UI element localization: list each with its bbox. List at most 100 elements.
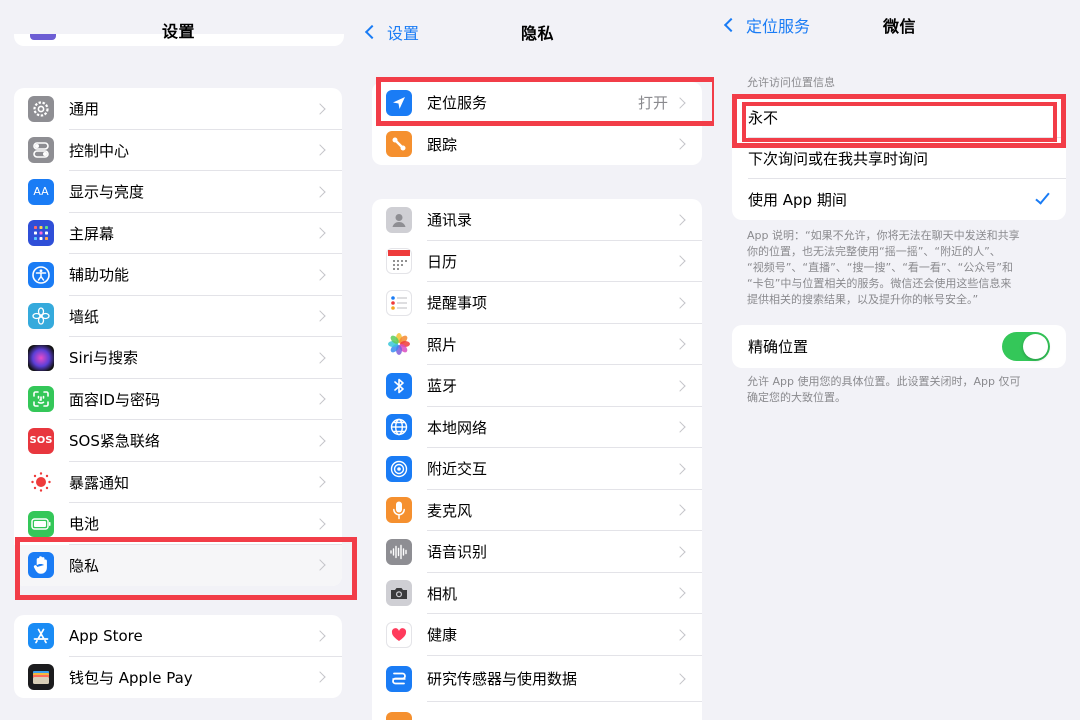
- back-button-location-services[interactable]: 定位服务: [722, 13, 810, 37]
- settings-row-wallpaper[interactable]: 墙纸: [14, 296, 342, 337]
- settings-row-general[interactable]: 通用: [14, 88, 342, 130]
- row-value: 打开: [637, 94, 668, 113]
- note-line: 允许 App 使用您的具体位置。此设置关闭时，App 仅可: [747, 375, 1021, 388]
- privacy-row-partial[interactable]: [372, 702, 702, 720]
- settings-row-privacy[interactable]: 隐私: [14, 544, 342, 586]
- row-label: 钱包与 Apple Pay: [69, 668, 193, 687]
- hand-icon: [28, 552, 54, 579]
- row-label: 日历: [427, 252, 458, 271]
- settings-row-sos[interactable]: SOS SOS紧急联络: [14, 420, 342, 462]
- privacy-group-permissions: 通讯录 日历 提醒事项 照片 蓝牙 本地网络 附近交互 麦克风 语音识别 相机 …: [372, 199, 702, 720]
- option-while-using[interactable]: 使用 App 期间: [732, 179, 1066, 220]
- note-line: “视频号”、“直播”、“搜一搜”、“看一看”、“公众号”和: [747, 261, 1013, 274]
- row-label: 蓝牙: [427, 377, 458, 396]
- settings-row-accessibility[interactable]: 辅助功能: [14, 254, 342, 296]
- siri-icon: [28, 344, 54, 371]
- privacy-row-reminders[interactable]: 提醒事项: [372, 282, 702, 324]
- row-label: Siri与搜索: [69, 349, 139, 368]
- chevron-right-icon: [674, 297, 686, 309]
- privacy-row-microphone[interactable]: 麦克风: [372, 490, 702, 531]
- row-label: 语音识别: [427, 543, 488, 562]
- checkmark-icon: [1035, 189, 1050, 205]
- precise-location-row: 精确位置: [732, 325, 1066, 368]
- chevron-right-icon: [314, 559, 326, 571]
- privacy-row-local-network[interactable]: 本地网络: [372, 407, 702, 448]
- chevron-right-icon: [314, 476, 326, 488]
- chevron-right-icon: [314, 352, 326, 364]
- option-ask-next-time[interactable]: 下次询问或在我共享时询问: [732, 138, 1066, 179]
- battery-icon: [28, 510, 54, 537]
- settings-row-siri[interactable]: Siri与搜索: [14, 337, 342, 379]
- accessibility-icon: [28, 261, 54, 288]
- row-label: 本地网络: [427, 418, 488, 437]
- settings-row-control-center[interactable]: 控制中心: [14, 130, 342, 171]
- chevron-right-icon: [314, 671, 326, 683]
- calendar-icon: [386, 248, 412, 275]
- settings-row-display[interactable]: AA 显示与亮度: [14, 171, 342, 213]
- face-id-icon: [28, 386, 54, 413]
- sos-icon: SOS: [28, 427, 54, 454]
- flower-icon: [28, 303, 54, 330]
- chevron-right-icon: [674, 587, 686, 599]
- app-explanation-note: App 说明：“如果不允许，你将无法在聊天中发送和共享 你的位置，也无法完整使用…: [747, 228, 1020, 308]
- row-label: 定位服务: [427, 94, 488, 113]
- partial-icon: [30, 34, 56, 40]
- settings-group-apps: App Store 钱包与 Apple Pay: [14, 615, 342, 698]
- row-label: 辅助功能: [69, 266, 130, 285]
- row-label: 墙纸: [69, 307, 100, 326]
- toggle-knob: [1023, 334, 1048, 359]
- settings-row-face-id[interactable]: 面容ID与密码: [14, 379, 342, 420]
- privacy-row-nearby[interactable]: 附近交互: [372, 448, 702, 490]
- privacy-row-speech[interactable]: 语音识别: [372, 531, 702, 573]
- chevron-right-icon: [674, 138, 686, 150]
- option-label: 下次询问或在我共享时询问: [748, 150, 929, 168]
- exposure-icon: [28, 469, 54, 496]
- back-button-settings[interactable]: 设置: [363, 20, 419, 44]
- bluetooth-icon: [386, 372, 412, 399]
- option-never[interactable]: 永不: [732, 97, 1066, 138]
- row-label: SOS紧急联络: [69, 432, 160, 451]
- settings-panel: 设置 通用 控制中心 AA 显示与亮度 主屏幕 辅助功能 墙纸 Siri与搜索 …: [0, 0, 357, 720]
- settings-row-exposure[interactable]: 暴露通知: [14, 462, 342, 503]
- note-line: 你的位置，也无法完整使用“摇一摇”、“附近的人”、: [747, 245, 1001, 258]
- privacy-row-camera[interactable]: 相机: [372, 573, 702, 614]
- privacy-row-location-services[interactable]: 定位服务 打开: [372, 82, 702, 124]
- chevron-right-icon: [314, 393, 326, 405]
- settings-row-wallet[interactable]: 钱包与 Apple Pay: [14, 657, 342, 699]
- back-label: 定位服务: [746, 17, 811, 36]
- settings-row-app-store[interactable]: App Store: [14, 615, 342, 657]
- home-grid-icon: [28, 220, 54, 247]
- settings-row-battery[interactable]: 电池: [14, 503, 342, 545]
- app-store-icon: [28, 622, 54, 649]
- row-label: 主屏幕: [69, 224, 115, 243]
- chevron-right-icon: [314, 103, 326, 115]
- privacy-row-contacts[interactable]: 通讯录: [372, 199, 702, 241]
- privacy-row-tracking[interactable]: 跟踪: [372, 124, 702, 166]
- precise-location-toggle[interactable]: [1002, 332, 1050, 361]
- chevron-right-icon: [674, 546, 686, 558]
- privacy-row-photos[interactable]: 照片: [372, 324, 702, 365]
- privacy-panel: 设置 隐私 定位服务 打开 跟踪 通讯录 日历 提醒事项 照片 蓝牙 本地网络 …: [357, 0, 714, 720]
- privacy-group-location: 定位服务 打开 跟踪: [372, 82, 702, 165]
- chevron-right-icon: [314, 630, 326, 642]
- privacy-row-bluetooth[interactable]: 蓝牙: [372, 365, 702, 407]
- chevron-right-icon: [314, 227, 326, 239]
- row-label: 相机: [427, 584, 458, 603]
- chevron-left-icon: [723, 17, 739, 33]
- chevron-right-icon: [314, 310, 326, 322]
- chevron-right-icon: [674, 97, 686, 109]
- wechat-location-panel: 定位服务 微信 允许访问位置信息 永不 下次询问或在我共享时询问 使用 App …: [714, 0, 1080, 720]
- privacy-row-health[interactable]: 健康: [372, 614, 702, 656]
- privacy-row-research[interactable]: 研究传感器与使用数据: [372, 656, 702, 702]
- row-label: 显示与亮度: [69, 183, 145, 202]
- chevron-left-icon: [364, 24, 380, 40]
- privacy-row-calendar[interactable]: 日历: [372, 241, 702, 282]
- text-size-icon: AA: [28, 178, 54, 205]
- chevron-right-icon: [674, 380, 686, 392]
- partial-app-icon: [386, 711, 412, 720]
- row-label: 麦克风: [427, 501, 473, 520]
- row-label: 照片: [427, 335, 458, 354]
- row-label: 通用: [69, 100, 100, 119]
- location-access-options: 永不 下次询问或在我共享时询问 使用 App 期间: [732, 97, 1066, 220]
- settings-row-home-screen[interactable]: 主屏幕: [14, 213, 342, 254]
